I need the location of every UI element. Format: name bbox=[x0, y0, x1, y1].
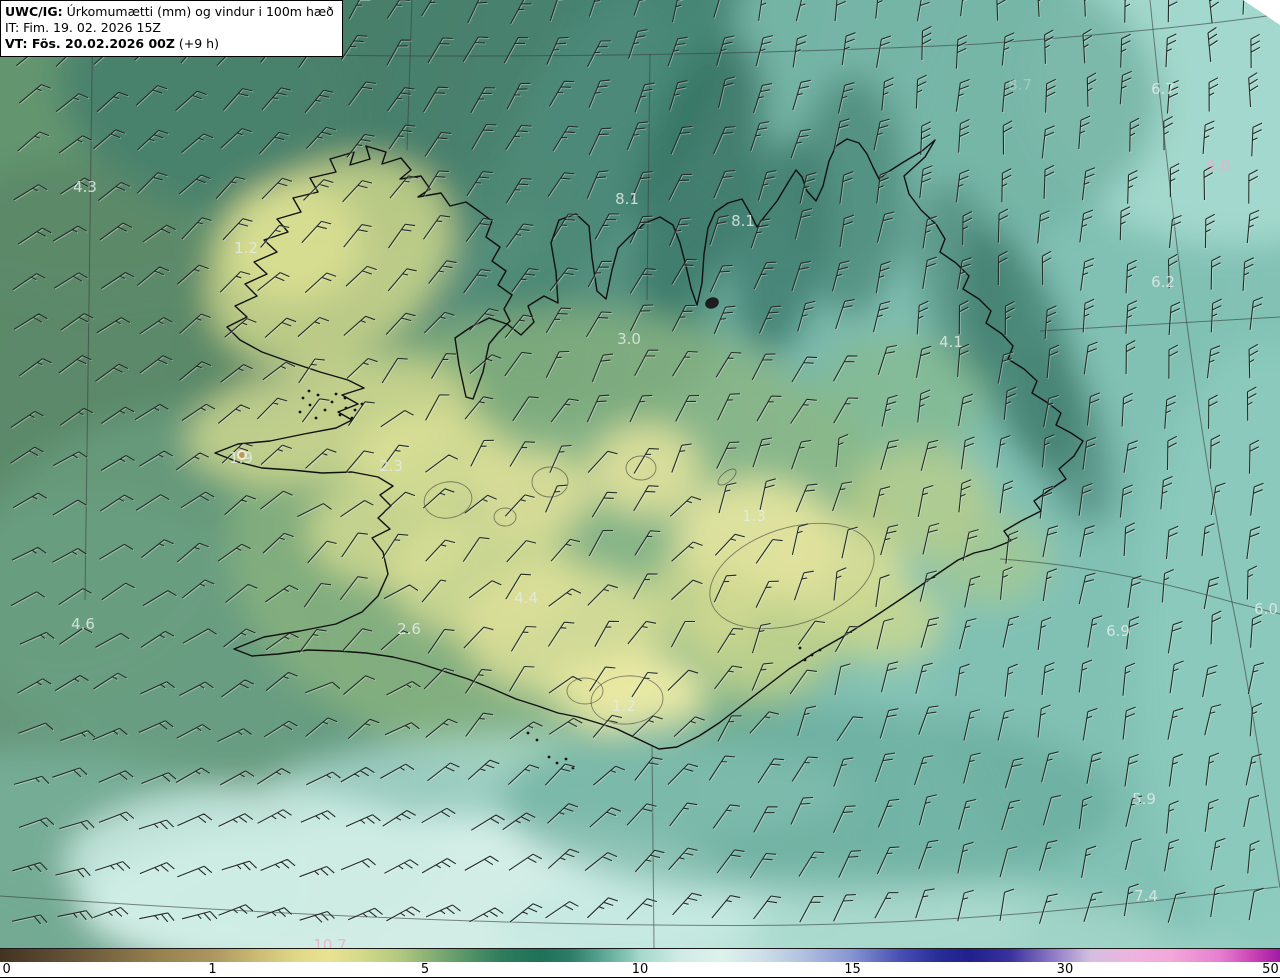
colorbar-tick-label: 50 bbox=[1262, 962, 1279, 977]
value-label: 1.9 bbox=[229, 449, 253, 467]
value-label: 1.2 bbox=[612, 697, 636, 715]
map-title-line: UWC/IG: Úrkomumætti (mm) og vindur i 100… bbox=[5, 4, 334, 20]
value-label: 2.6 bbox=[397, 620, 421, 638]
value-label: 4.1 bbox=[939, 333, 963, 351]
value-label: 6.7 bbox=[1151, 80, 1175, 98]
value-label: 2.3 bbox=[379, 457, 403, 475]
model-id: UWC/IG: bbox=[5, 4, 63, 19]
colorbar: 0 1 5 10 15 30 50 bbox=[0, 948, 1280, 978]
value-label: 1.3 bbox=[742, 507, 766, 525]
colorbar-tick-label: 1 bbox=[208, 962, 217, 977]
value-label: 4.6 bbox=[71, 615, 95, 633]
valid-time: VT: Fös. 20.02.2026 00Z bbox=[5, 36, 175, 51]
value-label: 3.0 bbox=[617, 330, 641, 348]
init-time-line: IT: Fim. 19. 02. 2026 15Z bbox=[5, 20, 161, 35]
map-title-box: UWC/IG: Úrkomumætti (mm) og vindur i 100… bbox=[0, 0, 343, 57]
value-label: 10.7 bbox=[313, 936, 346, 948]
product-name: Úrkomumætti (mm) og vindur i 100m hæð bbox=[66, 4, 334, 19]
value-label: 4.4 bbox=[514, 589, 538, 607]
colorbar-tick-label: 15 bbox=[844, 962, 861, 977]
colorbar-tick-label: 0 bbox=[2, 962, 11, 977]
weather-map: 4.3 8.7 6.7 9.0 8.1 8.1 1.2 6.2 3.0 4.1 1.9 2.3 1.3 4… bbox=[0, 0, 1280, 948]
valid-time-line: VT: Fös. 20.02.2026 00Z (+9 h) bbox=[5, 36, 334, 52]
value-label: 1.2 bbox=[234, 239, 258, 257]
value-label: 6.0 bbox=[1254, 600, 1278, 618]
value-label: 8.7 bbox=[1008, 76, 1032, 94]
value-label: 9.0 bbox=[1206, 157, 1230, 175]
colorbar-tick-label: 10 bbox=[631, 962, 649, 977]
value-label: 6.2 bbox=[1151, 273, 1175, 291]
colorbar-tick-label: 5 bbox=[420, 962, 430, 977]
value-label: 5.9 bbox=[1132, 790, 1156, 808]
colorbar-labels: 0 1 5 10 15 30 50 bbox=[0, 962, 1280, 978]
value-label: 8.1 bbox=[731, 212, 755, 230]
forecast-map-window: 4.3 8.7 6.7 9.0 8.1 8.1 1.2 6.2 3.0 4.1 1.9 2.3 1.3 4… bbox=[0, 0, 1280, 978]
value-label: 7.4 bbox=[1134, 887, 1158, 905]
colorbar-tick-label: 30 bbox=[1056, 962, 1074, 977]
value-label: 4.3 bbox=[73, 178, 97, 196]
forecast-lead: (+9 h) bbox=[178, 36, 219, 51]
colorbar-gradient bbox=[0, 948, 1280, 962]
value-label: 6.9 bbox=[1106, 622, 1130, 640]
value-label: 8.1 bbox=[615, 190, 639, 208]
